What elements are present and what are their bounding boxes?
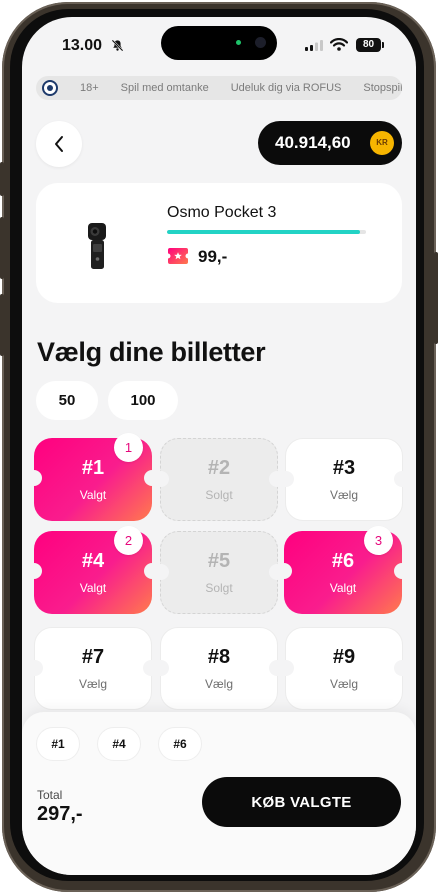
quantity-100-button[interactable]: 100	[108, 381, 178, 420]
buy-selected-button[interactable]: KØB VALGTE	[202, 777, 401, 827]
ticket-price: 99,-	[198, 247, 228, 266]
front-camera	[255, 37, 266, 48]
battery-cap	[382, 42, 384, 48]
battery-indicator: 80	[356, 38, 381, 52]
ticket-2: #2 Solgt	[153, 438, 285, 521]
ticket-status: Vælg	[204, 677, 233, 691]
balance-amount: 40.914,60	[275, 133, 351, 152]
ticket-order-badge: 3	[364, 526, 393, 555]
responsible-gaming-bar: 18+ Spil med omtanke Udeluk dig via ROFU…	[36, 76, 402, 100]
ticket-icon	[168, 248, 188, 264]
ticket-status: Solgt	[205, 488, 233, 502]
ticket-number: #2	[207, 457, 231, 479]
balance-pill[interactable]: 40.914,60 KR	[258, 121, 402, 165]
info-item-stopspillet[interactable]: Stopspillet	[363, 82, 402, 94]
sales-progress-bar	[167, 230, 366, 234]
ticket-number: #8	[207, 646, 231, 668]
quantity-50-button[interactable]: 50	[36, 381, 98, 420]
ticket-status: Vælg	[329, 488, 358, 502]
cart-sheet: #1 #4 #6 Total 297,- KØB VALGTE	[22, 712, 416, 875]
ticket-4[interactable]: #4 Valgt 2	[26, 526, 160, 614]
chevron-left-icon	[55, 136, 63, 152]
ticket-5: #5 Solgt	[153, 531, 285, 614]
ticket-3[interactable]: #3 Vælg	[278, 438, 410, 521]
app-screen: 13.00 80 18+ Spil med omtanke Udeluk dig…	[22, 17, 416, 875]
dynamic-island	[161, 26, 277, 60]
info-item-play-responsibly[interactable]: Spil med omtanke	[121, 82, 209, 94]
power-button	[434, 252, 438, 344]
ticket-status: Vælg	[329, 677, 358, 691]
ticket-status: Valgt	[79, 581, 107, 595]
ticket-status: Vælg	[78, 677, 107, 691]
selected-chip-4[interactable]: #4	[97, 727, 141, 761]
status-time: 13.00	[62, 37, 103, 54]
section-title: Vælg dine billetter	[37, 337, 266, 367]
ticket-number: #6	[331, 550, 355, 572]
product-card[interactable]: Osmo Pocket 3 99,-	[36, 183, 402, 303]
bell-mute-icon	[111, 39, 124, 52]
ticket-9[interactable]: #9 Vælg	[278, 627, 410, 710]
ticket-status: Solgt	[205, 581, 233, 595]
product-image	[88, 223, 106, 269]
ticket-8[interactable]: #8 Vælg	[153, 627, 285, 710]
ticket-status: Valgt	[79, 488, 107, 502]
info-item-rofus[interactable]: Udeluk dig via ROFUS	[231, 82, 342, 94]
authority-logo-icon	[42, 80, 58, 96]
selected-chip-1[interactable]: #1	[36, 727, 80, 761]
camera-indicator	[236, 40, 241, 45]
info-items: 18+ Spil med omtanke Udeluk dig via ROFU…	[80, 76, 402, 100]
product-name: Osmo Pocket 3	[167, 204, 277, 221]
ticket-7[interactable]: #7 Vælg	[27, 627, 159, 710]
ticket-number: #3	[332, 457, 356, 479]
side-button	[0, 162, 4, 196]
volume-up-button	[0, 217, 4, 279]
volume-down-button	[0, 294, 4, 356]
ticket-status: Valgt	[329, 581, 357, 595]
signal-icon	[305, 40, 323, 51]
ticket-number: #5	[207, 550, 231, 572]
selected-chip-6[interactable]: #6	[158, 727, 202, 761]
coin-icon: KR	[370, 131, 394, 155]
ticket-number: #7	[81, 646, 105, 668]
ticket-number: #9	[332, 646, 356, 668]
info-item-age: 18+	[80, 82, 99, 94]
sales-progress-fill	[167, 230, 361, 234]
ticket-1[interactable]: #1 Valgt 1	[26, 433, 160, 521]
ticket-number: #4	[81, 550, 105, 572]
ticket-order-badge: 2	[114, 526, 143, 555]
total-label: Total	[37, 788, 63, 802]
ticket-6[interactable]: #6 Valgt 3	[276, 526, 410, 614]
back-button[interactable]	[36, 121, 82, 167]
ticket-number: #1	[81, 457, 105, 479]
total-value: 297,-	[37, 803, 83, 825]
wifi-icon	[330, 38, 348, 51]
ticket-order-badge: 1	[114, 433, 143, 462]
